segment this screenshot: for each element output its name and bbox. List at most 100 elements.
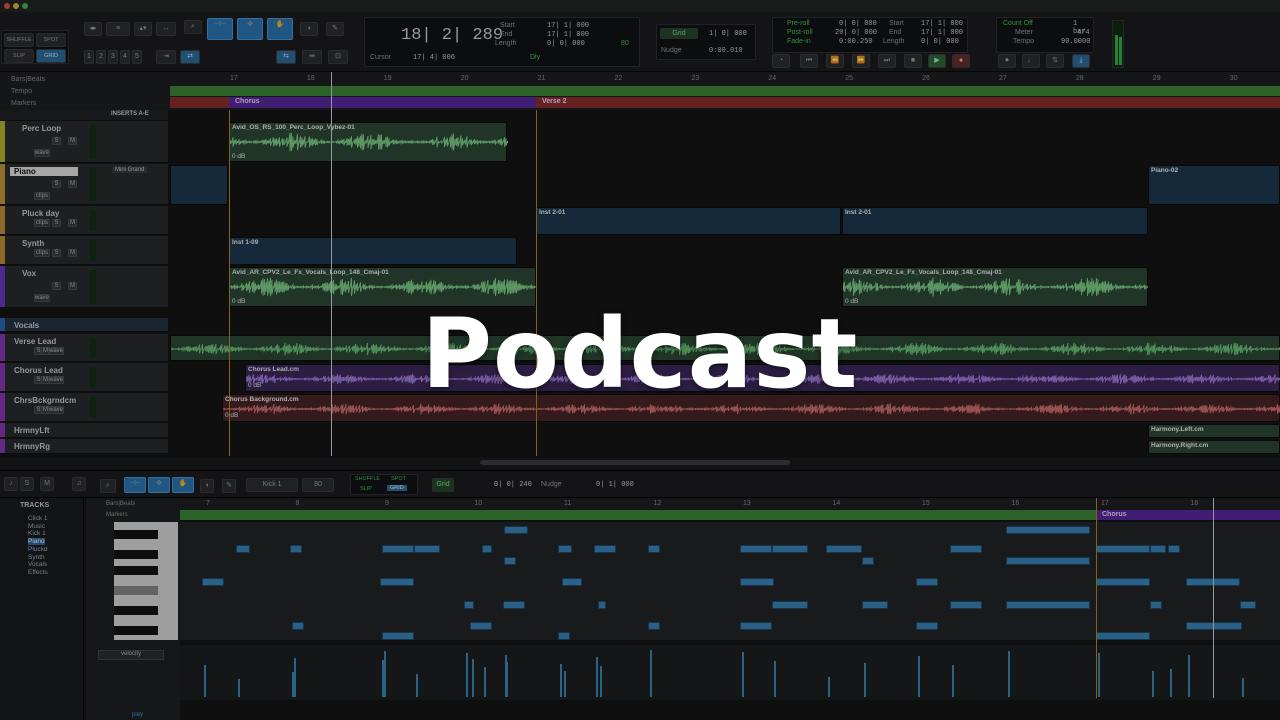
grid-value[interactable]: 1| 0| 000: [709, 30, 747, 38]
grid-button[interactable]: Grid: [660, 28, 698, 39]
black-key[interactable]: [114, 530, 158, 539]
tracks-list-item[interactable]: Piano: [28, 538, 45, 546]
kick-select[interactable]: Kick 1: [246, 478, 298, 492]
midi-note[interactable]: [740, 622, 772, 630]
view-selector[interactable]: clips: [34, 219, 50, 227]
mirror-icon[interactable]: ⇹: [302, 50, 322, 64]
track-name[interactable]: Vox: [22, 269, 36, 278]
end-value[interactable]: 17| 1| 000: [547, 31, 589, 39]
tracks-list-item[interactable]: Synth: [28, 554, 45, 561]
black-key[interactable]: [114, 566, 158, 575]
preroll-label[interactable]: Pre-roll: [787, 20, 810, 27]
velocity-stalk[interactable]: [1008, 674, 1010, 697]
nudge-value[interactable]: 0:00.010: [709, 47, 743, 55]
zoom-preset-5[interactable]: 5: [132, 50, 142, 64]
meter-value[interactable]: 4/4: [1077, 29, 1090, 37]
midi-note[interactable]: [558, 545, 572, 553]
midi-note[interactable]: [482, 545, 492, 553]
grabber-tool-icon[interactable]: ✋: [267, 18, 293, 40]
midi-nudge-value[interactable]: 0| 1| 000: [596, 481, 634, 489]
midi-grid-value[interactable]: 0| 0| 240: [494, 481, 532, 489]
mute-button[interactable]: M: [68, 282, 77, 290]
velocity-stalk[interactable]: [596, 657, 598, 697]
selector-tool-icon[interactable]: ✥: [237, 18, 263, 40]
track-name[interactable]: HrmnyLft: [14, 426, 50, 435]
midi-note[interactable]: [1096, 545, 1150, 553]
rewind-icon[interactable]: ⏪: [826, 54, 844, 68]
tempo-ruler-bar[interactable]: [170, 86, 1280, 96]
slip-mode-button[interactable]: SLIP: [4, 49, 34, 63]
midi-note[interactable]: [504, 526, 528, 534]
midi-note[interactable]: [562, 578, 582, 586]
tempo-value[interactable]: 90.0000: [1061, 38, 1090, 46]
fast-forward-icon[interactable]: ⏩: [852, 54, 870, 68]
piano-keyboard[interactable]: [114, 522, 178, 640]
midi-marker-chorus-label[interactable]: Chorus: [1102, 511, 1127, 518]
midi-note[interactable]: [202, 578, 224, 586]
zoom-preset-4[interactable]: 4: [120, 50, 130, 64]
midi-note[interactable]: [414, 545, 440, 553]
velocity-stalk[interactable]: [238, 679, 240, 697]
zoom-tool-icon[interactable]: ⌕: [184, 20, 202, 34]
midi-solo-button[interactable]: S: [20, 477, 34, 491]
midi-playhead[interactable]: [1213, 498, 1214, 698]
velocity-stalk[interactable]: [650, 673, 652, 697]
grid-mode-button[interactable]: GRID: [36, 49, 66, 63]
start-value[interactable]: 17| 1| 000: [547, 22, 589, 30]
track-name[interactable]: Synth: [22, 239, 44, 248]
track-lane[interactable]: [170, 164, 1280, 205]
close-window-icon[interactable]: [4, 3, 10, 9]
black-key[interactable]: [114, 626, 158, 635]
midi-note[interactable]: [1006, 557, 1090, 565]
solo-button[interactable]: S: [52, 180, 61, 188]
midi-note[interactable]: [1150, 601, 1162, 609]
horizontal-zoom-icon[interactable]: ↔: [156, 22, 176, 36]
perc-loop-clip[interactable]: Avid_OS_RS_100_Perc_Loop_Vybez-01 0 dB: [229, 122, 508, 162]
tracks-list-item[interactable]: Kick 1: [28, 530, 46, 537]
midi-note[interactable]: [1168, 545, 1180, 553]
view-selector[interactable]: clips: [34, 249, 50, 257]
conductor-icon[interactable]: ⤓: [1072, 54, 1090, 68]
midi-note[interactable]: [382, 632, 414, 640]
midi-spot[interactable]: SPOT: [391, 476, 406, 482]
velocity-stalk[interactable]: [918, 679, 920, 697]
midi-mute-button[interactable]: M: [40, 477, 54, 491]
online-icon[interactable]: ◔: [772, 54, 790, 68]
marker-verse2[interactable]: Verse 2: [542, 98, 567, 105]
solo-button[interactable]: S: [52, 219, 61, 227]
velocity-stalk[interactable]: [204, 665, 206, 697]
velocity-lane[interactable]: [180, 645, 1280, 700]
velocity-stalk[interactable]: [466, 653, 468, 697]
velocity-stalk[interactable]: [560, 664, 562, 697]
midi-note[interactable]: [740, 578, 774, 586]
midi-note[interactable]: [464, 601, 474, 609]
track-name[interactable]: Piano: [10, 167, 78, 176]
marker-verse2-region[interactable]: Verse 2: [536, 97, 1280, 108]
mute-button[interactable]: M: [68, 137, 77, 145]
midi-grid-button[interactable]: Grid: [432, 478, 454, 492]
midi-note[interactable]: [648, 622, 660, 630]
scrollbar-thumb[interactable]: [480, 460, 790, 465]
velocity-stalk[interactable]: [1098, 653, 1100, 697]
link-icon[interactable]: ⇥: [156, 50, 176, 64]
midi-zoom-icon[interactable]: ⌕: [100, 479, 116, 493]
midi-selector-icon[interactable]: ✥: [148, 477, 170, 493]
midi-grabber-icon[interactable]: ✋: [172, 477, 194, 493]
pluck-clip-a[interactable]: Inst 2-01: [536, 207, 841, 235]
track-lane[interactable]: [170, 439, 1280, 454]
midi-note[interactable]: [598, 601, 606, 609]
tracks-list-item[interactable]: Effects: [28, 569, 48, 576]
midi-note[interactable]: [772, 601, 808, 609]
midi-shuffle[interactable]: SHUFFLE: [355, 476, 380, 482]
track-header[interactable]: Piano S Mclips Mini Grand: [0, 164, 168, 205]
tab-to-transient-icon[interactable]: ⇄: [180, 50, 200, 64]
marker-chorus[interactable]: Chorus: [235, 98, 260, 105]
midi-scrub-icon[interactable]: ◖: [200, 479, 214, 493]
minimize-window-icon[interactable]: [13, 3, 19, 9]
zoom-preset-1[interactable]: 1: [84, 50, 94, 64]
piano-clip-start[interactable]: [170, 165, 228, 205]
spot-mode-button[interactable]: SPOT: [36, 33, 66, 47]
velocity-stalk[interactable]: [472, 659, 474, 697]
mute-button[interactable]: M: [68, 219, 77, 227]
midi-note[interactable]: [594, 545, 616, 553]
